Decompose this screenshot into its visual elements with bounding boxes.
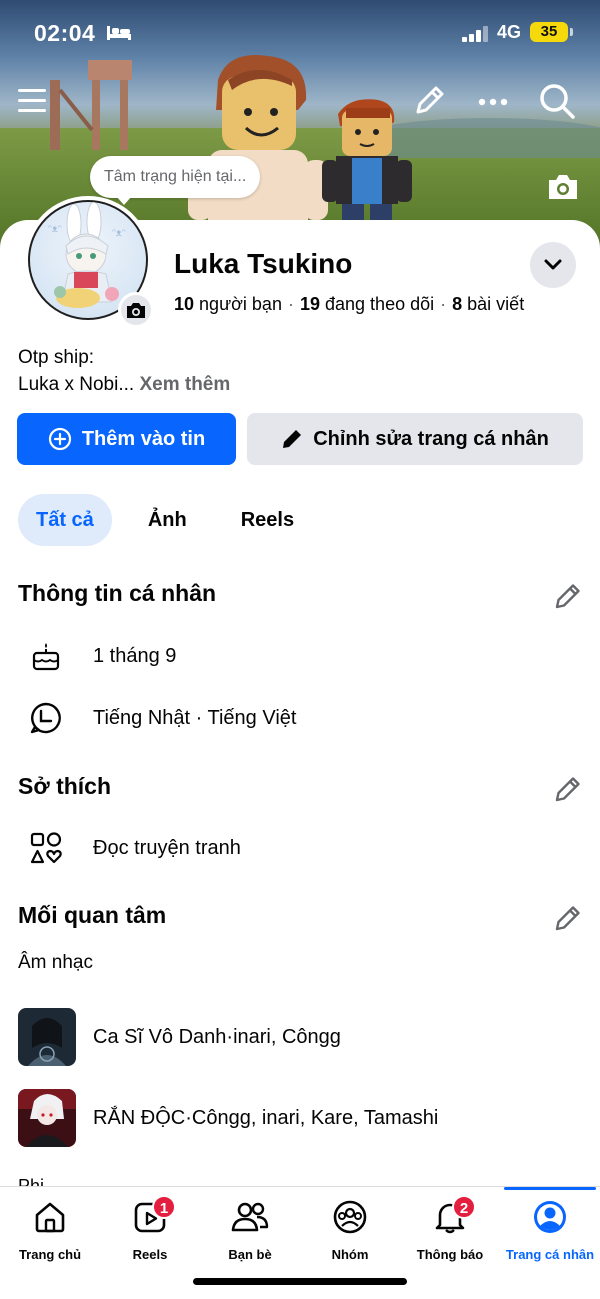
nav-home[interactable]: Trang chủ [0, 1197, 100, 1267]
more-options-icon[interactable] [476, 88, 510, 116]
edit-personal-info-icon[interactable] [552, 580, 584, 612]
status-bar: 02:04 4G 35 [0, 0, 600, 64]
add-circle-icon [48, 427, 71, 451]
search-icon[interactable] [538, 82, 576, 120]
cover-character-left [188, 55, 328, 240]
signal-icon [462, 26, 488, 42]
profile-icon [534, 1201, 566, 1233]
cover-character-right [322, 99, 412, 226]
reels-badge: 1 [152, 1195, 176, 1219]
interest-thumbnail [18, 1008, 76, 1066]
nav-notifications[interactable]: 2 Thông báo [400, 1195, 500, 1267]
profile-stats: 10 người bạn · 19 đang theo dõi · 8 bài viết [174, 294, 525, 314]
personal-info-title: Thông tin cá nhân [18, 580, 217, 606]
profile-switch-button[interactable] [530, 242, 576, 288]
svg-text:ᵔᴥᵔ: ᵔᴥᵔ [112, 228, 126, 239]
sleep-focus-icon [107, 26, 131, 40]
home-icon [35, 1202, 65, 1233]
profile-tabs: Tất cả Ảnh Reels [18, 494, 312, 546]
interests-title: Mối quan tâm [18, 902, 167, 928]
edit-profile-button[interactable]: Chỉnh sửa trang cá nhân [247, 413, 583, 465]
music-subheading: Âm nhạc [18, 952, 93, 973]
mood-bubble[interactable]: Tâm trạng hiện tại... [90, 156, 261, 205]
nav-reels[interactable]: 1 Reels [100, 1195, 200, 1267]
avatar-camera-button[interactable] [118, 292, 154, 328]
nav-friends[interactable]: Bạn bè [200, 1197, 300, 1267]
pencil-edit-icon[interactable] [412, 84, 446, 118]
network-type: 4G [497, 22, 522, 42]
cover-camera-icon[interactable] [546, 172, 580, 202]
bio-line-2: Luka x Nobi... [18, 374, 135, 395]
edit-hobbies-icon[interactable] [552, 773, 584, 805]
interest-thumbnail [18, 1089, 76, 1147]
hobby-text: Đọc truyện tranh [93, 836, 241, 859]
bio-line-1: Otp ship: [18, 347, 95, 368]
languages-row: Tiếng Nhật · Tiếng Việt [28, 698, 296, 738]
edit-interests-icon[interactable] [552, 902, 584, 934]
edit-profile-label: Chỉnh sửa trang cá nhân [313, 427, 549, 450]
hobbies-shapes-icon [30, 832, 62, 864]
interest-item[interactable]: Ca Sĩ Vô Danh·inari, Côngg [18, 1008, 341, 1066]
nav-groups[interactable]: Nhóm [300, 1197, 400, 1267]
hobbies-title: Sở thích [18, 773, 112, 799]
nav-notifications-label: Thông báo [416, 1247, 484, 1262]
birthday-text: 1 tháng 9 [93, 644, 177, 667]
battery-indicator: 35 [530, 22, 573, 42]
hobby-row[interactable]: Đọc truyện tranh [28, 828, 241, 868]
following-count: 19 [299, 294, 320, 314]
birthday-row: 1 tháng 9 [28, 636, 176, 676]
profile-name: Luka Tsukino [174, 248, 353, 279]
nav-friends-label: Bạn bè [228, 1247, 272, 1262]
nav-groups-label: Nhóm [331, 1247, 369, 1262]
chevron-down-icon [544, 259, 562, 270]
menu-icon[interactable] [16, 86, 48, 116]
see-more-link[interactable]: Xem thêm [139, 374, 230, 395]
tab-reels[interactable]: Reels [223, 494, 312, 546]
next-section-cutoff: Phi [18, 1176, 45, 1186]
following-label[interactable]: đang theo dõi [325, 294, 434, 314]
nav-reels-label: Reels [132, 1247, 168, 1262]
pencil-icon [283, 430, 302, 448]
interest-label: Ca Sĩ Vô Danh·inari, Côngg [93, 1025, 341, 1048]
friends-label[interactable]: người bạn [199, 294, 282, 314]
add-to-story-label: Thêm vào tin [81, 427, 206, 450]
languages-text: Tiếng Nhật · Tiếng Việt [93, 706, 297, 729]
friends-icon [231, 1202, 269, 1232]
birthday-cake-icon [32, 643, 60, 671]
active-tab-indicator [504, 1187, 596, 1190]
interest-item[interactable]: RẮN ĐỘC·Côngg, inari, Kare, Tamashi [18, 1089, 438, 1147]
language-chat-icon [30, 702, 61, 734]
groups-icon [333, 1200, 367, 1234]
profile-bio: Otp ship: Luka x Nobi... Xem thêm [18, 344, 230, 398]
nav-profile-label: Trang cá nhân [505, 1247, 595, 1262]
nav-home-label: Trang chủ [18, 1247, 82, 1262]
notifications-badge: 2 [452, 1195, 476, 1219]
friends-count: 10 [174, 294, 195, 314]
home-indicator[interactable] [193, 1278, 407, 1285]
interest-label: RẮN ĐỘC·Côngg, inari, Kare, Tamashi [93, 1106, 439, 1129]
svg-text:ᵔᴥᵔ: ᵔᴥᵔ [48, 224, 62, 235]
posts-label[interactable]: bài viết [467, 294, 524, 314]
posts-count: 8 [452, 294, 463, 314]
status-time: 02:04 [34, 20, 96, 46]
add-to-story-button[interactable]: Thêm vào tin [17, 413, 236, 465]
tab-all[interactable]: Tất cả [18, 494, 112, 546]
tab-photos[interactable]: Ảnh [130, 494, 205, 546]
camera-icon [127, 303, 145, 318]
nav-profile[interactable]: Trang cá nhân [500, 1197, 600, 1267]
